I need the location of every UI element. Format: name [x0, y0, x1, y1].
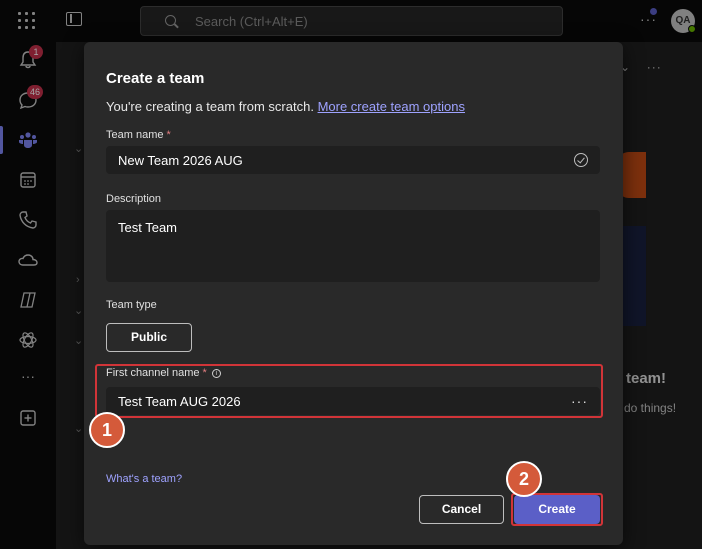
description-value: Test Team	[118, 220, 178, 235]
team-type-public-button[interactable]: Public	[106, 323, 192, 352]
dialog-subtitle: You're creating a team from scratch. Mor…	[106, 99, 465, 114]
step-marker-1: 1	[89, 412, 125, 448]
team-type-label: Team type	[106, 299, 157, 311]
description-field[interactable]: Test Team	[106, 210, 600, 282]
check-circle-icon	[574, 153, 588, 167]
dialog-subtitle-text: You're creating a team from scratch.	[106, 99, 314, 114]
create-team-dialog: Create a team You're creating a team fro…	[84, 42, 623, 545]
team-name-field[interactable]: New Team 2026 AUG	[106, 146, 600, 174]
cancel-button[interactable]: Cancel	[419, 495, 504, 524]
annotation-highlight-create	[511, 493, 603, 526]
team-name-label: Team name *	[106, 129, 171, 141]
dialog-title: Create a team	[106, 70, 205, 87]
whats-a-team-link[interactable]: What's a team?	[106, 473, 182, 485]
more-options-link[interactable]: More create team options	[318, 99, 465, 114]
team-name-value: New Team 2026 AUG	[118, 153, 243, 168]
description-label: Description	[106, 193, 162, 205]
team-name-label-text: Team name	[106, 129, 164, 141]
required-mark: *	[166, 129, 171, 141]
annotation-highlight-channel	[95, 364, 603, 418]
step-marker-2: 2	[506, 461, 542, 497]
